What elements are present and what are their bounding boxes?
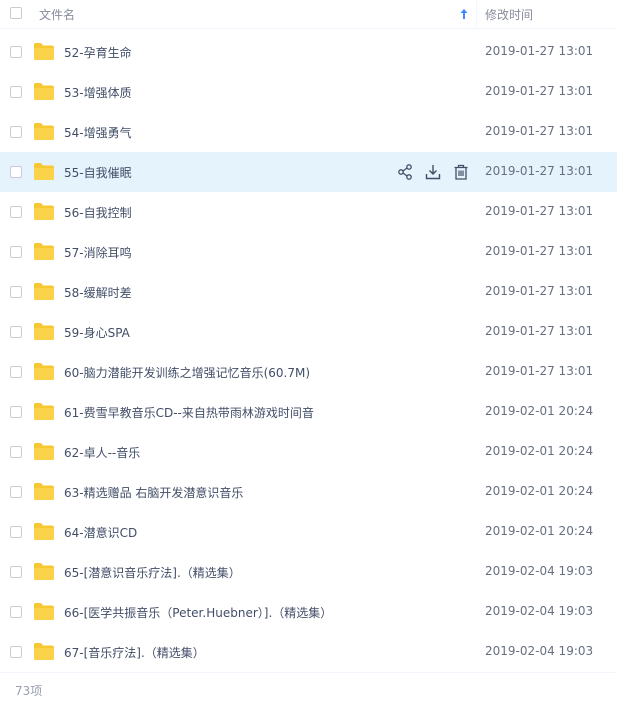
folder-icon (33, 562, 55, 581)
arrow-up-icon[interactable] (459, 6, 469, 20)
folder-icon (33, 162, 55, 181)
file-name-link[interactable]: 62-卓人--音乐 (64, 444, 140, 461)
modified-time: 2019-01-27 13:01 (485, 204, 594, 218)
modified-time: 2019-01-27 13:01 (485, 124, 594, 138)
modified-time: 2019-01-27 13:01 (485, 164, 594, 178)
file-list-footer: 73项 (0, 672, 617, 702)
folder-icon (33, 242, 55, 261)
modified-time: 2019-02-04 19:03 (485, 644, 594, 658)
row-checkbox[interactable] (10, 206, 22, 218)
folder-icon (33, 202, 55, 221)
folder-icon (33, 642, 55, 661)
file-name-link[interactable]: 58-缓解时差 (64, 284, 132, 301)
share-icon[interactable] (396, 163, 414, 181)
folder-icon (33, 122, 55, 141)
row-checkbox[interactable] (10, 246, 22, 258)
file-name-link[interactable]: 60-脑力潜能开发训练之增强记忆音乐(60.7M) (64, 364, 310, 381)
modified-time: 2019-01-27 13:01 (485, 44, 594, 58)
modified-time: 2019-01-27 13:01 (485, 244, 594, 258)
column-header-filename[interactable]: 文件名 (39, 6, 75, 23)
row-checkbox[interactable] (10, 406, 22, 418)
row-checkbox[interactable] (10, 46, 22, 58)
file-name-link[interactable]: 54-增强勇气 (64, 124, 132, 141)
modified-time: 2019-02-01 20:24 (485, 524, 594, 538)
modified-time: 2019-01-27 13:01 (485, 364, 594, 378)
file-name-link[interactable]: 53-增强体质 (64, 84, 132, 101)
file-list-header: 文件名 修改时间 (0, 0, 617, 29)
file-name-link[interactable]: 55-自我催眠 (64, 164, 132, 181)
row-checkbox[interactable] (10, 566, 22, 578)
delete-icon[interactable] (452, 163, 470, 181)
file-row[interactable]: 53-增强体质 2019-01-27 13:01 (0, 72, 617, 112)
file-row[interactable]: 62-卓人--音乐 2019-02-01 20:24 (0, 432, 617, 472)
file-name-link[interactable]: 66-[医学共振音乐（Peter.Huebner）].（精选集） (64, 604, 332, 621)
file-row[interactable]: 65-[潜意识音乐疗法].（精选集） 2019-02-04 19:03 (0, 552, 617, 592)
file-name-link[interactable]: 64-潜意识CD (64, 524, 137, 541)
file-row[interactable]: 55-自我催眠 2019-01-27 13:01 (0, 152, 617, 192)
row-checkbox[interactable] (10, 86, 22, 98)
folder-icon (33, 322, 55, 341)
modified-time: 2019-01-27 13:01 (485, 84, 594, 98)
file-row[interactable]: 59-身心SPA 2019-01-27 13:01 (0, 312, 617, 352)
file-row[interactable]: 60-脑力潜能开发训练之增强记忆音乐(60.7M) 2019-01-27 13:0… (0, 352, 617, 392)
item-count: 73项 (15, 684, 43, 698)
modified-time: 2019-01-27 13:01 (485, 324, 594, 338)
folder-icon (33, 82, 55, 101)
modified-time: 2019-02-01 20:24 (485, 404, 594, 418)
file-name-link[interactable]: 67-[音乐疗法].（精选集） (64, 644, 205, 661)
file-row[interactable]: 54-增强勇气 2019-01-27 13:01 (0, 112, 617, 152)
file-name-link[interactable]: 63-精选赠品 右脑开发潜意识音乐 (64, 484, 243, 501)
row-checkbox[interactable] (10, 486, 22, 498)
file-row[interactable]: 67-[音乐疗法].（精选集） 2019-02-04 19:03 (0, 632, 617, 672)
file-row[interactable]: 56-自我控制 2019-01-27 13:01 (0, 192, 617, 232)
folder-icon (33, 442, 55, 461)
file-row[interactable]: 52-孕育生命 2019-01-27 13:01 (0, 32, 617, 72)
row-checkbox[interactable] (10, 126, 22, 138)
row-checkbox[interactable] (10, 366, 22, 378)
select-all-checkbox[interactable] (10, 7, 22, 19)
row-checkbox[interactable] (10, 646, 22, 658)
file-name-link[interactable]: 61-费雪早教音乐CD--来自热带雨林游戏时间音 (64, 404, 314, 421)
modified-time: 2019-02-01 20:24 (485, 444, 594, 458)
row-checkbox[interactable] (10, 166, 22, 178)
folder-icon (33, 42, 55, 61)
row-checkbox[interactable] (10, 526, 22, 538)
folder-icon (33, 362, 55, 381)
file-row[interactable]: 58-缓解时差 2019-01-27 13:01 (0, 272, 617, 312)
row-checkbox[interactable] (10, 326, 22, 338)
modified-time: 2019-02-01 20:24 (485, 484, 594, 498)
folder-icon (33, 282, 55, 301)
row-checkbox[interactable] (10, 446, 22, 458)
file-row[interactable]: 63-精选赠品 右脑开发潜意识音乐 2019-02-01 20:24 (0, 472, 617, 512)
file-name-link[interactable]: 65-[潜意识音乐疗法].（精选集） (64, 564, 241, 581)
file-row[interactable]: 64-潜意识CD 2019-02-01 20:24 (0, 512, 617, 552)
modified-time: 2019-01-27 13:01 (485, 284, 594, 298)
folder-icon (33, 402, 55, 421)
folder-icon (33, 482, 55, 501)
file-name-link[interactable]: 56-自我控制 (64, 204, 132, 221)
file-row[interactable]: 66-[医学共振音乐（Peter.Huebner）].（精选集） 2019-02-… (0, 592, 617, 632)
folder-icon (33, 522, 55, 541)
file-name-link[interactable]: 59-身心SPA (64, 324, 130, 341)
file-row[interactable]: 61-费雪早教音乐CD--来自热带雨林游戏时间音 2019-02-01 20:24 (0, 392, 617, 432)
row-checkbox[interactable] (10, 606, 22, 618)
modified-time: 2019-02-04 19:03 (485, 604, 594, 618)
file-name-link[interactable]: 57-消除耳鸣 (64, 244, 132, 261)
column-divider (476, 0, 477, 28)
file-row[interactable]: 57-消除耳鸣 2019-01-27 13:01 (0, 232, 617, 272)
download-icon[interactable] (424, 163, 442, 181)
file-list: 52-孕育生命 2019-01-27 13:01 53-增强体质 2019-01-27… (0, 32, 617, 672)
folder-icon (33, 602, 55, 621)
column-header-modified-time[interactable]: 修改时间 (485, 6, 533, 23)
modified-time: 2019-02-04 19:03 (485, 564, 594, 578)
file-name-link[interactable]: 52-孕育生命 (64, 44, 132, 61)
row-checkbox[interactable] (10, 286, 22, 298)
